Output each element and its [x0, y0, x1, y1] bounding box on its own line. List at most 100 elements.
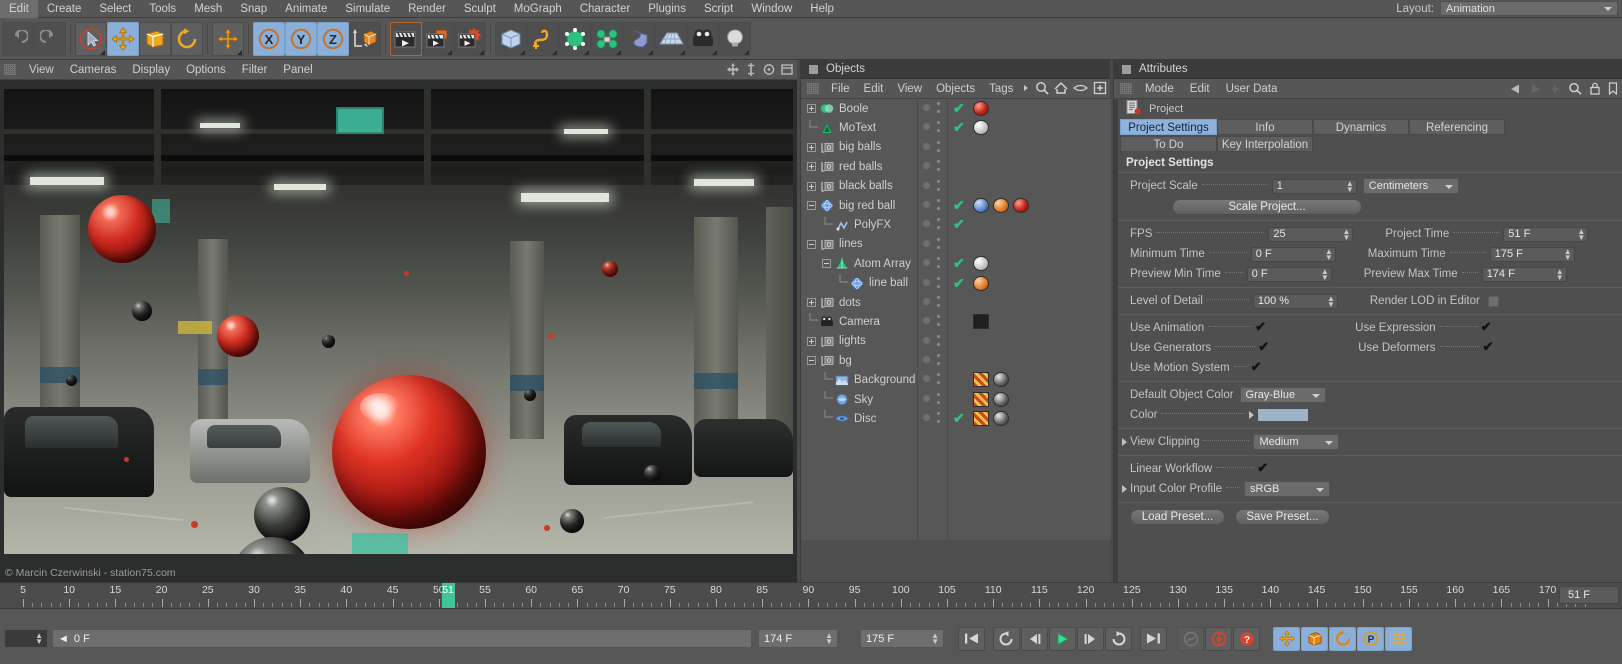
render-visibility-dot[interactable]: [937, 129, 940, 132]
camera-icon-button[interactable]: [687, 22, 719, 56]
spinner-icon[interactable]: ▲▼: [1325, 249, 1333, 261]
project-scale-input[interactable]: 1 ▲▼: [1272, 179, 1357, 194]
attributes-menu-edit[interactable]: Edit: [1182, 79, 1218, 99]
material-tag[interactable]: [993, 372, 1009, 387]
cube-primitive-icon-button[interactable]: [495, 22, 527, 56]
eye-visibility-icon[interactable]: [1073, 81, 1088, 98]
fps-input[interactable]: 25 ▲▼: [1268, 227, 1353, 242]
project-time-input[interactable]: 51 F ▲▼: [1503, 227, 1588, 242]
render-lod-checkbox[interactable]: [1488, 296, 1499, 307]
project-time-bottom-field[interactable]: 175 F ▲▼: [860, 629, 944, 648]
objects-menu-tags[interactable]: Tags: [982, 79, 1020, 99]
editor-visibility-dot[interactable]: [937, 393, 940, 396]
attributes-menu-mode[interactable]: Mode: [1137, 79, 1182, 99]
object-enable-dot[interactable]: [922, 316, 931, 325]
rotate-tool-icon-button[interactable]: [171, 22, 203, 56]
use-animation-checkbox[interactable]: [1256, 323, 1267, 334]
texture-tag[interactable]: [973, 392, 989, 407]
play-button[interactable]: [1049, 627, 1076, 651]
rotation-key-toggle[interactable]: [1329, 627, 1356, 651]
object-tree-row[interactable]: 0dots: [801, 293, 1111, 312]
render-visibility-dot[interactable]: [937, 285, 940, 288]
time-left-arrow-icon[interactable]: ◄: [58, 633, 69, 645]
menu-animate[interactable]: Animate: [276, 0, 336, 18]
level-of-detail-input[interactable]: 100 % ▲▼: [1253, 294, 1338, 309]
pin-icon[interactable]: [1549, 83, 1561, 98]
scale-project-button[interactable]: Scale Project...: [1172, 199, 1362, 215]
object-active-check-icon[interactable]: ✔: [953, 410, 965, 427]
view-clipping-dropdown[interactable]: Medium: [1253, 434, 1339, 450]
editor-visibility-dot[interactable]: [937, 257, 940, 260]
parameter-key-toggle[interactable]: P: [1357, 627, 1384, 651]
step-back-button[interactable]: [1021, 627, 1048, 651]
scale-view-icon[interactable]: [745, 63, 757, 76]
editor-visibility-dot[interactable]: [937, 218, 940, 221]
menu-sculpt[interactable]: Sculpt: [455, 0, 505, 18]
editor-visibility-dot[interactable]: [937, 335, 940, 338]
object-enable-dot[interactable]: [922, 161, 931, 170]
object-enable-dot[interactable]: [922, 239, 931, 248]
expand-icon[interactable]: [807, 182, 816, 191]
attributes-menu-user-data[interactable]: User Data: [1218, 79, 1286, 99]
x-axis-lock-icon-button[interactable]: X: [253, 22, 285, 56]
move-view-icon[interactable]: [727, 63, 739, 76]
overflow-arrow-icon[interactable]: [1022, 81, 1030, 98]
spinner-icon[interactable]: ▲▼: [1346, 181, 1354, 193]
texture-tag[interactable]: [973, 411, 989, 426]
tab-referencing[interactable]: Referencing: [1409, 119, 1505, 135]
preview-max-time-input[interactable]: 174 F ▲▼: [1482, 267, 1567, 282]
render-visibility-dot[interactable]: [937, 226, 940, 229]
spinner-icon[interactable]: ▲▼: [1556, 269, 1564, 281]
collapse-icon[interactable]: [807, 356, 816, 365]
viewport-menu-cameras[interactable]: Cameras: [62, 60, 125, 80]
viewport-menu-display[interactable]: Display: [124, 60, 178, 80]
expand-icon[interactable]: [807, 162, 816, 171]
collapse-icon[interactable]: [807, 201, 816, 210]
object-active-check-icon[interactable]: ✔: [953, 100, 965, 117]
spinner-icon[interactable]: ▲▼: [1342, 229, 1350, 241]
array-modeling-icon-button[interactable]: [591, 22, 623, 56]
project-scale-unit-dropdown[interactable]: Centimeters: [1363, 178, 1459, 194]
object-tree-row[interactable]: PolyFX✔: [801, 215, 1111, 234]
object-enable-dot[interactable]: [922, 181, 931, 190]
render-visibility-dot[interactable]: [937, 381, 940, 384]
preview-max-field[interactable]: 174 F ▲▼: [758, 629, 838, 648]
spinner-icon[interactable]: ▲▼: [931, 633, 939, 645]
save-preset-button[interactable]: Save Preset...: [1235, 509, 1330, 525]
preview-min-time-input[interactable]: 0 F ▲▼: [1247, 267, 1332, 282]
expand-icon[interactable]: [807, 143, 816, 152]
expand-triangle-icon[interactable]: [1122, 485, 1127, 493]
white-sphere-tag[interactable]: [973, 256, 989, 271]
current-time-field[interactable]: ◄ 0 F: [52, 629, 752, 648]
menu-mograph[interactable]: MoGraph: [505, 0, 571, 18]
object-tree[interactable]: Boole✔MoText✔0big balls0red balls0black …: [801, 99, 1111, 540]
object-active-check-icon[interactable]: ✔: [953, 275, 965, 292]
object-tree-row[interactable]: MoText✔: [801, 118, 1111, 137]
object-tree-row[interactable]: 0big balls: [801, 138, 1111, 157]
color-swatch[interactable]: [1257, 408, 1309, 422]
object-tree-row[interactable]: line ball✔: [801, 274, 1111, 293]
menu-snap[interactable]: Snap: [231, 0, 276, 18]
menu-help[interactable]: Help: [801, 0, 843, 18]
expand-icon[interactable]: [807, 337, 816, 346]
render-visibility-dot[interactable]: [937, 207, 940, 210]
viewport-menu-options[interactable]: Options: [178, 60, 234, 80]
editor-visibility-dot[interactable]: [937, 412, 940, 415]
frame-stepper[interactable]: ▲▼: [4, 629, 48, 648]
point-level-animation-toggle[interactable]: [1385, 627, 1412, 651]
previous-key-button[interactable]: [993, 627, 1020, 651]
object-enable-dot[interactable]: [922, 394, 931, 403]
use-motion-system-checkbox[interactable]: [1252, 363, 1263, 374]
redo-icon-button[interactable]: [34, 22, 66, 56]
menu-tools[interactable]: Tools: [140, 0, 185, 18]
object-world-coordinate-icon-button[interactable]: [349, 22, 381, 56]
objects-menu-file[interactable]: File: [824, 79, 857, 99]
render-region-icon-button[interactable]: [422, 22, 454, 56]
tab-project-settings[interactable]: Project Settings: [1120, 119, 1217, 135]
dot-tag[interactable]: [993, 198, 1009, 213]
editor-visibility-dot[interactable]: [937, 102, 940, 105]
attributes-panel-menu-icon[interactable]: [1122, 65, 1131, 74]
move-tool-icon-button[interactable]: [107, 22, 139, 56]
editor-visibility-dot[interactable]: [937, 180, 940, 183]
objects-menu-edit[interactable]: Edit: [857, 79, 891, 99]
